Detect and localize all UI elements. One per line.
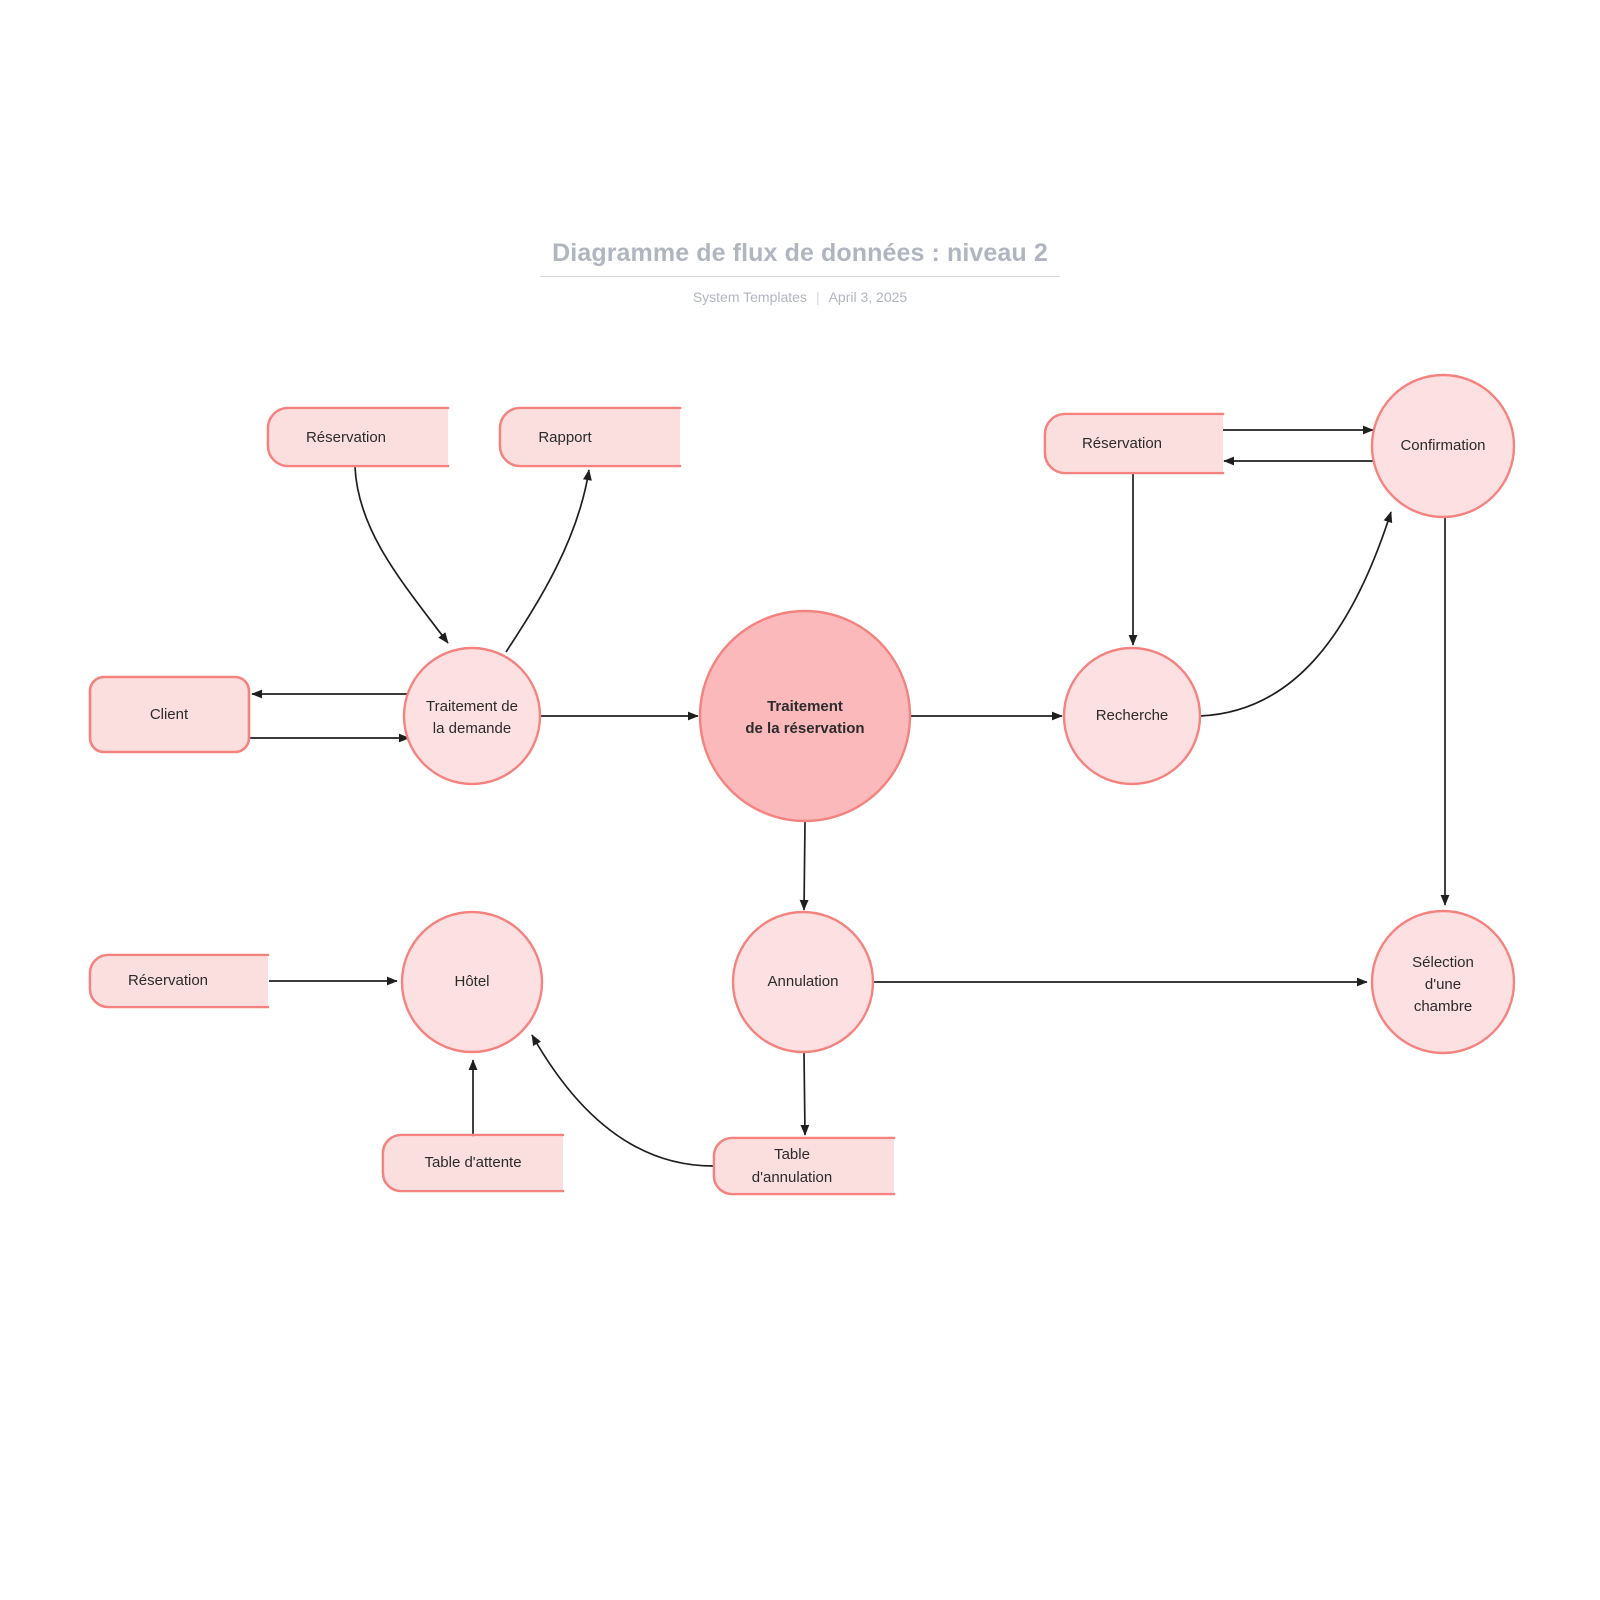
store-table-annulation[interactable]: Table d'annulation: [712, 1136, 896, 1196]
process-label-line-1: Traitement: [767, 698, 843, 715]
store-label: Réservation: [128, 972, 208, 989]
store-client[interactable]: Client: [88, 675, 251, 754]
flow-traitement-demande-to-rapport: [505, 469, 592, 653]
flow-annulation-to-table-annulation: [800, 1051, 810, 1136]
store-label: Réservation: [306, 429, 386, 446]
store-label: Réservation: [1082, 435, 1162, 452]
store-label: Table d'attente: [424, 1154, 521, 1171]
process-label: Annulation: [768, 973, 839, 990]
process-label-line-2: la demande: [433, 720, 511, 737]
flow-reservation-to-traitement-demande: [354, 466, 449, 644]
store-label: Rapport: [538, 429, 592, 446]
store-label-line-2: d'annulation: [752, 1169, 832, 1186]
flow-reservation-process-to-annulation: [799, 821, 809, 911]
process-layer: Traitement de la demande Traitement de l…: [400, 373, 1516, 1055]
process-label-line-3: chambre: [1414, 998, 1472, 1015]
process-label-line-1: Traitement de: [426, 698, 518, 715]
process-recherche[interactable]: Recherche: [1062, 646, 1202, 786]
process-label: Recherche: [1096, 707, 1169, 724]
process-confirmation[interactable]: Confirmation: [1370, 373, 1516, 519]
process-label: Confirmation: [1400, 437, 1485, 454]
dfd-canvas: Réservation Rapport Client Réservation R…: [88, 373, 1516, 1196]
store-rapport[interactable]: Rapport: [498, 406, 682, 468]
store-reservation-right[interactable]: Réservation: [1043, 412, 1225, 475]
process-hotel[interactable]: Hôtel: [400, 910, 544, 1054]
store-reservation-top[interactable]: Réservation: [266, 406, 450, 468]
store-table-attente[interactable]: Table d'attente: [381, 1133, 565, 1193]
store-label: Client: [150, 706, 189, 723]
store-reservation-low[interactable]: Réservation: [88, 953, 270, 1009]
process-selection-chambre[interactable]: Sélection d'une chambre: [1370, 909, 1516, 1055]
flow-recherche-to-confirmation: [1199, 511, 1393, 717]
process-label-line-2: de la réservation: [745, 720, 864, 737]
process-label-line-1: Sélection: [1412, 954, 1474, 971]
process-label-line-2: d'une: [1425, 976, 1461, 993]
store-label-line-1: Table: [774, 1146, 810, 1163]
process-annulation[interactable]: Annulation: [731, 910, 875, 1054]
process-traitement-reservation[interactable]: Traitement de la réservation: [698, 609, 912, 823]
process-traitement-demande[interactable]: Traitement de la demande: [402, 646, 542, 786]
process-label: Hôtel: [454, 973, 489, 990]
store-layer: Réservation Rapport Client Réservation R…: [88, 406, 1225, 1196]
